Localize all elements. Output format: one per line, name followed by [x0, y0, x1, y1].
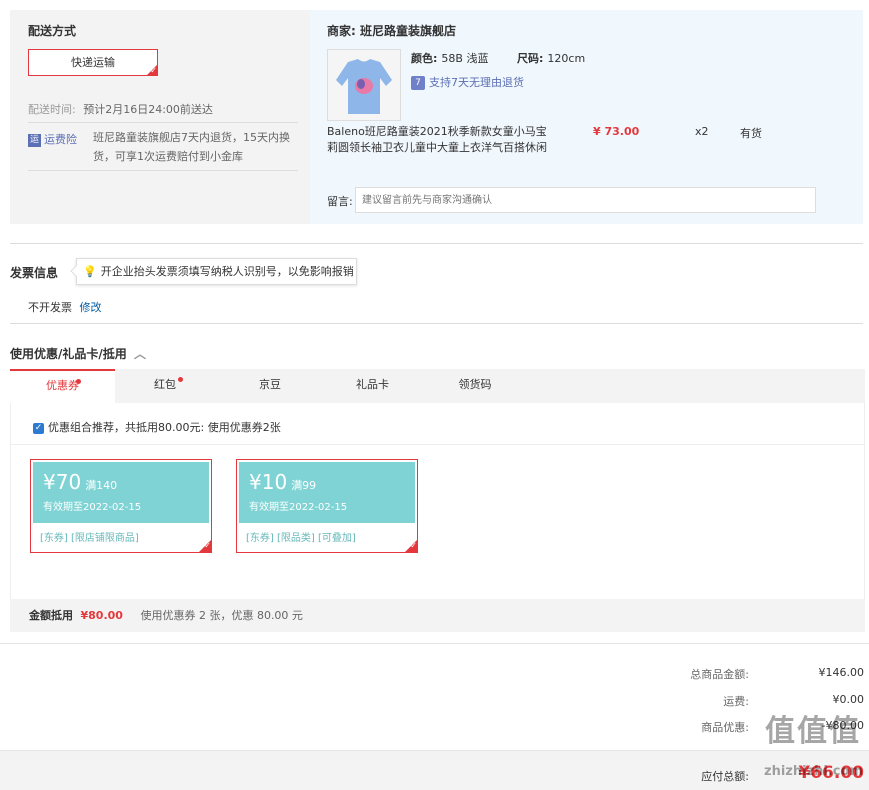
selected-check-icon: ✓	[198, 539, 212, 553]
goods-total-label: 总商品金额:	[690, 668, 749, 681]
product-size: 尺码: 120cm	[517, 50, 585, 66]
note-label: 留言:	[327, 195, 353, 208]
tab-jingdou[interactable]: 京豆	[220, 369, 320, 403]
coupon-card[interactable]: ¥10 满99 有效期至2022-02-15 [东券] [限品类] [可叠加] ✓	[236, 459, 418, 553]
coupon-amount: ¥70	[43, 470, 82, 494]
product-name[interactable]: Baleno班尼路童装2021秋季新款女童小马宝莉圆领长袖卫衣儿童中大童上衣洋气…	[327, 124, 552, 156]
delivery-time-value: 预计2月16日24:00前送达	[83, 103, 213, 116]
delivery-time: 配送时间: 预计2月16日24:00前送达	[28, 101, 213, 117]
freight-value: ¥0.00	[832, 693, 865, 706]
divider	[28, 170, 298, 171]
tab-coupons[interactable]: 优惠券	[10, 369, 115, 403]
tab-coupons-label: 优惠券	[46, 379, 79, 392]
product-price: ¥ 73.00	[593, 125, 640, 138]
coupon-threshold: 满140	[85, 479, 118, 492]
divider	[0, 643, 869, 644]
product-quantity: x2	[695, 125, 709, 138]
discount-amount: ¥80.00	[80, 609, 123, 622]
color-label: 颜色:	[411, 52, 438, 65]
discount-summary: 金额抵用 ¥80.00 使用优惠券 2 张，优惠 80.00 元	[10, 599, 865, 632]
selected-check-icon: ✓	[404, 539, 418, 553]
freight-insurance-badge[interactable]: 运运费险	[28, 131, 77, 147]
coupon-expiry: 有效期至2022-02-15	[249, 502, 348, 513]
coupon-tabs: 优惠券 红包 京豆 礼品卡 领货码	[10, 369, 865, 403]
lightbulb-icon: 💡	[83, 265, 97, 278]
divider	[10, 243, 863, 244]
note-input[interactable]	[355, 187, 816, 213]
shield-icon: 运	[28, 133, 41, 147]
divider	[10, 323, 863, 324]
watermark-logo: 值值值	[765, 714, 861, 749]
notification-dot	[178, 377, 183, 382]
coupon-section-label: 使用优惠/礼品卡/抵用	[10, 347, 127, 361]
merchant-label: 商家:	[327, 24, 356, 38]
tab-red-packet[interactable]: 红包	[115, 369, 215, 403]
freight-label: 运费:	[723, 695, 749, 708]
tab-gift-card[interactable]: 礼品卡	[320, 369, 425, 403]
chevron-up-icon: ︿	[133, 347, 146, 361]
return-policy-label: 支持7天无理由退货	[429, 76, 524, 89]
coupon-expiry: 有效期至2022-02-15	[43, 502, 142, 513]
payable-label: 应付总额:	[701, 770, 749, 783]
tab-jingdou-label: 京豆	[259, 378, 281, 391]
stock-status: 有货	[740, 127, 762, 140]
merchant-info: 商家: 班尼路童装旗舰店	[327, 22, 456, 39]
checkbox-checked-icon[interactable]: ✓	[33, 422, 44, 434]
delivery-time-label: 配送时间:	[28, 103, 76, 116]
goods-total-value: ¥146.00	[818, 666, 865, 679]
coupon-tags: [东券] [限品类] [可叠加]	[246, 533, 356, 544]
size-value: 120cm	[547, 52, 586, 65]
invoice-tip-text: 开企业抬头发票须填写纳税人识别号，以免影响报销	[100, 265, 354, 278]
watermark-url: zhizhizhi.com	[764, 764, 863, 779]
tab-red-packet-label: 红包	[154, 378, 176, 391]
product-color: 颜色: 58B 浅蓝	[411, 50, 488, 66]
discount-desc: 使用优惠券 2 张，优惠 80.00 元	[140, 609, 303, 622]
coupon-section-title[interactable]: 使用优惠/礼品卡/抵用 ︿	[10, 345, 146, 362]
coupon-threshold: 满99	[291, 479, 317, 492]
combo-recommend[interactable]: ✓ 优惠组合推荐，共抵用80.00元: 使用优惠券2张	[33, 419, 281, 435]
freight-insurance-label: 运费险	[44, 133, 77, 146]
return-policy-tag[interactable]: 7 支持7天无理由退货	[411, 74, 524, 90]
notification-dot	[76, 379, 81, 384]
invoice-status: 不开发票 修改	[28, 299, 102, 315]
tab-redeem-code[interactable]: 领货码	[425, 369, 525, 403]
invoice-status-text: 不开发票	[28, 301, 72, 314]
coupon-amount: ¥10	[249, 470, 288, 494]
size-label: 尺码:	[517, 52, 544, 65]
invoice-tip: 💡 开企业抬头发票须填写纳税人识别号，以免影响报销	[70, 258, 357, 285]
freight-insurance-desc: 班尼路童装旗舰店7天内退货，15天内换货，可享1次运费赔付到小金库	[93, 131, 290, 163]
coupon-face: ¥70 满140 有效期至2022-02-15	[33, 462, 209, 523]
discount-total-label: 商品优惠:	[701, 721, 749, 734]
color-value: 58B 浅蓝	[441, 52, 489, 65]
coupon-tags: [东券] [限店铺限商品]	[40, 533, 139, 544]
selected-check-icon: ✓	[146, 64, 158, 76]
coupon-card[interactable]: ¥70 满140 有效期至2022-02-15 [东券] [限店铺限商品] ✓	[30, 459, 212, 553]
coupon-face: ¥10 满99 有效期至2022-02-15	[239, 462, 415, 523]
express-shipping-label: 快递运输	[71, 56, 115, 69]
tab-gift-card-label: 礼品卡	[356, 378, 389, 391]
tip-arrow	[70, 265, 82, 277]
invoice-edit-link[interactable]: 修改	[80, 301, 102, 314]
divider	[10, 444, 865, 445]
seven-day-return-icon: 7	[411, 76, 425, 90]
product-image[interactable]	[327, 49, 401, 121]
sweatshirt-image	[328, 50, 400, 120]
tab-redeem-code-label: 领货码	[458, 378, 492, 391]
express-shipping-button[interactable]: 快递运输 ✓	[28, 49, 158, 76]
invoice-title: 发票信息	[10, 266, 59, 280]
divider	[28, 122, 298, 123]
merchant-name[interactable]: 班尼路童装旗舰店	[360, 24, 456, 38]
shipping-title: 配送方式	[28, 24, 77, 38]
discount-label: 金额抵用	[29, 609, 73, 622]
combo-recommend-label: 优惠组合推荐，共抵用80.00元: 使用优惠券2张	[48, 421, 281, 434]
